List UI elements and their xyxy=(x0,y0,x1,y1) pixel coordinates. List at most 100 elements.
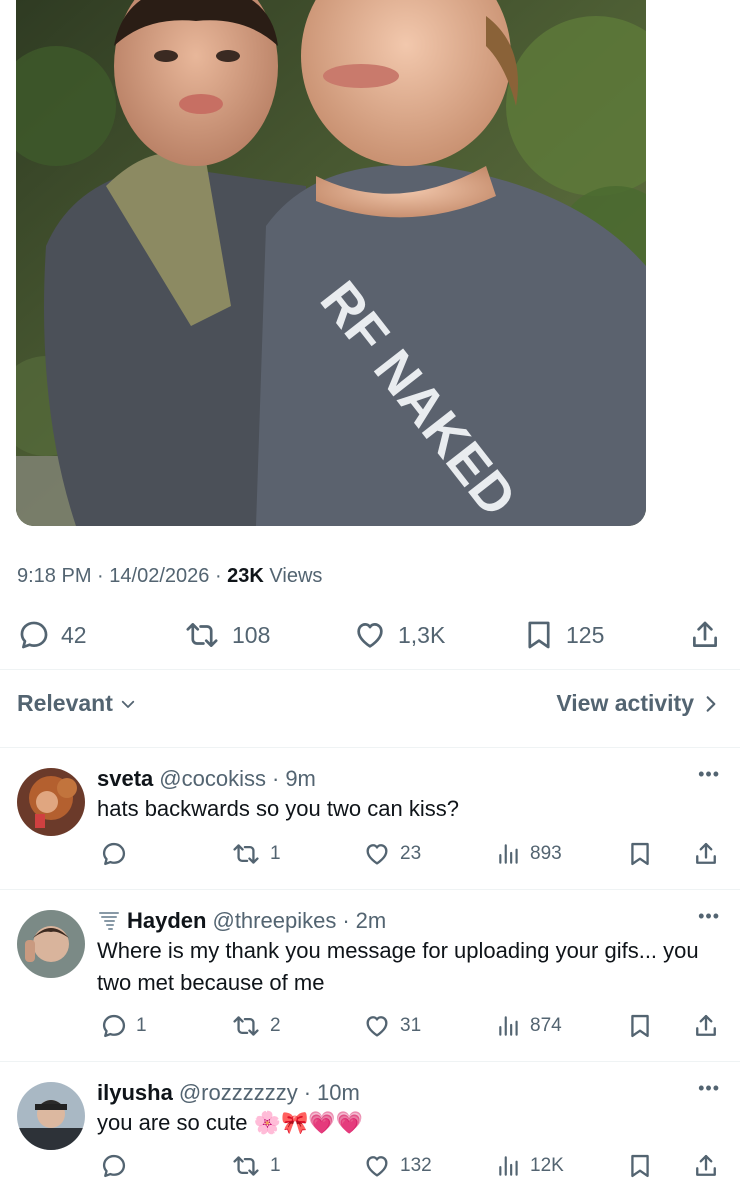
reply-icon xyxy=(102,1154,126,1178)
views-icon xyxy=(499,844,518,864)
reply-action-bar: 1 23 893 xyxy=(0,836,740,872)
share-button[interactable] xyxy=(688,612,722,658)
bookmark-icon xyxy=(631,842,649,866)
like-count: 23 xyxy=(400,843,422,864)
bookmark-count: 125 xyxy=(566,621,605,648)
views-button[interactable]: 893 xyxy=(496,836,562,872)
more-icon[interactable]: ••• xyxy=(698,764,720,785)
avatar[interactable] xyxy=(17,1082,85,1150)
chevron-down-icon xyxy=(121,700,135,708)
views-count: 12K xyxy=(530,1155,564,1176)
bookmark-button[interactable]: 125 xyxy=(522,612,604,658)
reply-action-bar: 1 132 12K xyxy=(0,1148,740,1184)
more-icon[interactable]: ••• xyxy=(698,1078,720,1099)
reply-header: sveta @cocokiss · 9m xyxy=(97,766,316,792)
reply-button[interactable]: 42 xyxy=(17,612,87,658)
repost-count: 1 xyxy=(270,1155,281,1176)
reply-item[interactable]: sveta @cocokiss · 9m ••• hats backwards … xyxy=(0,760,740,888)
reply-text-container: you are so cute 🌸🎀💗💗 xyxy=(97,1107,717,1139)
bookmark-icon xyxy=(631,1014,649,1038)
like-count: 1,3K xyxy=(398,621,446,648)
bookmark-icon xyxy=(631,1154,649,1178)
like-button[interactable]: 1,3K xyxy=(352,612,445,658)
repost-count: 1 xyxy=(270,843,281,864)
like-icon xyxy=(366,1016,388,1037)
divider xyxy=(0,1061,740,1062)
bookmark-button[interactable] xyxy=(626,1008,654,1044)
reply-header: ilyusha @rozzzzzzy · 10m xyxy=(97,1080,360,1106)
like-icon xyxy=(366,844,388,865)
sort-dropdown[interactable]: Relevant xyxy=(17,690,137,717)
share-button[interactable] xyxy=(692,1148,720,1184)
tweet-meta: 9:18 PM · 14/02/2026 · 23K Views xyxy=(17,565,322,588)
share-button[interactable] xyxy=(692,836,720,872)
like-icon xyxy=(366,1156,388,1177)
repost-button[interactable]: 1 xyxy=(230,1148,281,1184)
share-icon xyxy=(696,1154,716,1176)
repost-button[interactable]: 2 xyxy=(230,1008,281,1044)
like-button[interactable]: 23 xyxy=(362,836,421,872)
like-button[interactable]: 132 xyxy=(362,1148,432,1184)
share-icon xyxy=(696,842,716,864)
reply-item[interactable]: Hayden @threepikes · 2m ••• Where is my … xyxy=(0,902,740,1060)
repost-count: 2 xyxy=(270,1015,281,1036)
repost-button[interactable]: 1 xyxy=(230,836,281,872)
avatar[interactable] xyxy=(17,910,85,978)
reply-author-name[interactable]: ilyusha xyxy=(97,1080,173,1106)
reply-time[interactable]: 10m xyxy=(317,1080,360,1106)
share-icon xyxy=(693,621,717,647)
views-count: 23K xyxy=(227,565,264,587)
sort-label: Relevant xyxy=(17,690,113,716)
reply-icon xyxy=(102,1014,126,1038)
reply-button[interactable] xyxy=(100,836,136,872)
views-label: Views xyxy=(269,565,323,587)
like-count: 132 xyxy=(400,1155,432,1176)
reply-time[interactable]: 2m xyxy=(356,908,387,934)
repost-icon xyxy=(233,1156,259,1176)
chevron-right-icon xyxy=(706,695,716,712)
separator: · xyxy=(97,565,110,587)
reply-author-handle[interactable]: @rozzzzzzy xyxy=(179,1080,298,1106)
bookmark-icon xyxy=(528,621,550,649)
repost-icon xyxy=(233,844,259,864)
reply-item[interactable]: ilyusha @rozzzzzzy · 10m ••• you are so … xyxy=(0,1074,740,1200)
reply-text: you are so cute xyxy=(97,1110,248,1135)
divider xyxy=(0,889,740,890)
bookmark-button[interactable] xyxy=(626,1148,654,1184)
reply-author-handle[interactable]: @threepikes xyxy=(212,908,336,934)
repost-count: 108 xyxy=(232,621,271,648)
views-button[interactable]: 12K xyxy=(496,1148,564,1184)
like-button[interactable]: 31 xyxy=(362,1008,421,1044)
reply-count: 1 xyxy=(136,1015,147,1036)
bookmark-button[interactable] xyxy=(626,836,654,872)
reply-time[interactable]: 9m xyxy=(285,766,316,792)
views-count: 893 xyxy=(530,843,562,864)
tornado-icon xyxy=(99,912,119,930)
repost-icon xyxy=(186,623,218,647)
like-icon xyxy=(357,623,383,648)
reply-count: 42 xyxy=(61,621,87,648)
repost-icon xyxy=(233,1016,259,1036)
view-activity-link[interactable]: View activity xyxy=(556,690,718,717)
reply-author-name[interactable]: Hayden xyxy=(127,908,206,934)
reply-button[interactable] xyxy=(100,1148,136,1184)
reply-button[interactable]: 1 xyxy=(100,1008,147,1044)
share-button[interactable] xyxy=(692,1008,720,1044)
repost-button[interactable]: 108 xyxy=(182,612,270,658)
avatar[interactable] xyxy=(17,768,85,836)
tweet-photo[interactable]: RF NAKED xyxy=(16,0,646,526)
reply-action-bar: 1 2 31 874 xyxy=(0,1008,740,1044)
tweet-date[interactable]: 14/02/2026 xyxy=(109,565,209,587)
separator: · xyxy=(271,766,280,791)
tweet-time: 9:18 PM xyxy=(17,565,92,587)
views-button[interactable]: 874 xyxy=(496,1008,562,1044)
reply-text: hats backwards so you two can kiss? xyxy=(97,796,459,821)
views-count: 874 xyxy=(530,1015,562,1036)
separator: · xyxy=(303,1080,312,1105)
share-icon xyxy=(696,1014,716,1036)
reply-author-handle[interactable]: @cocokiss xyxy=(159,766,266,792)
separator: · xyxy=(214,565,228,587)
views-icon xyxy=(499,1016,518,1036)
more-icon[interactable]: ••• xyxy=(698,906,720,927)
reply-author-name[interactable]: sveta xyxy=(97,766,153,792)
